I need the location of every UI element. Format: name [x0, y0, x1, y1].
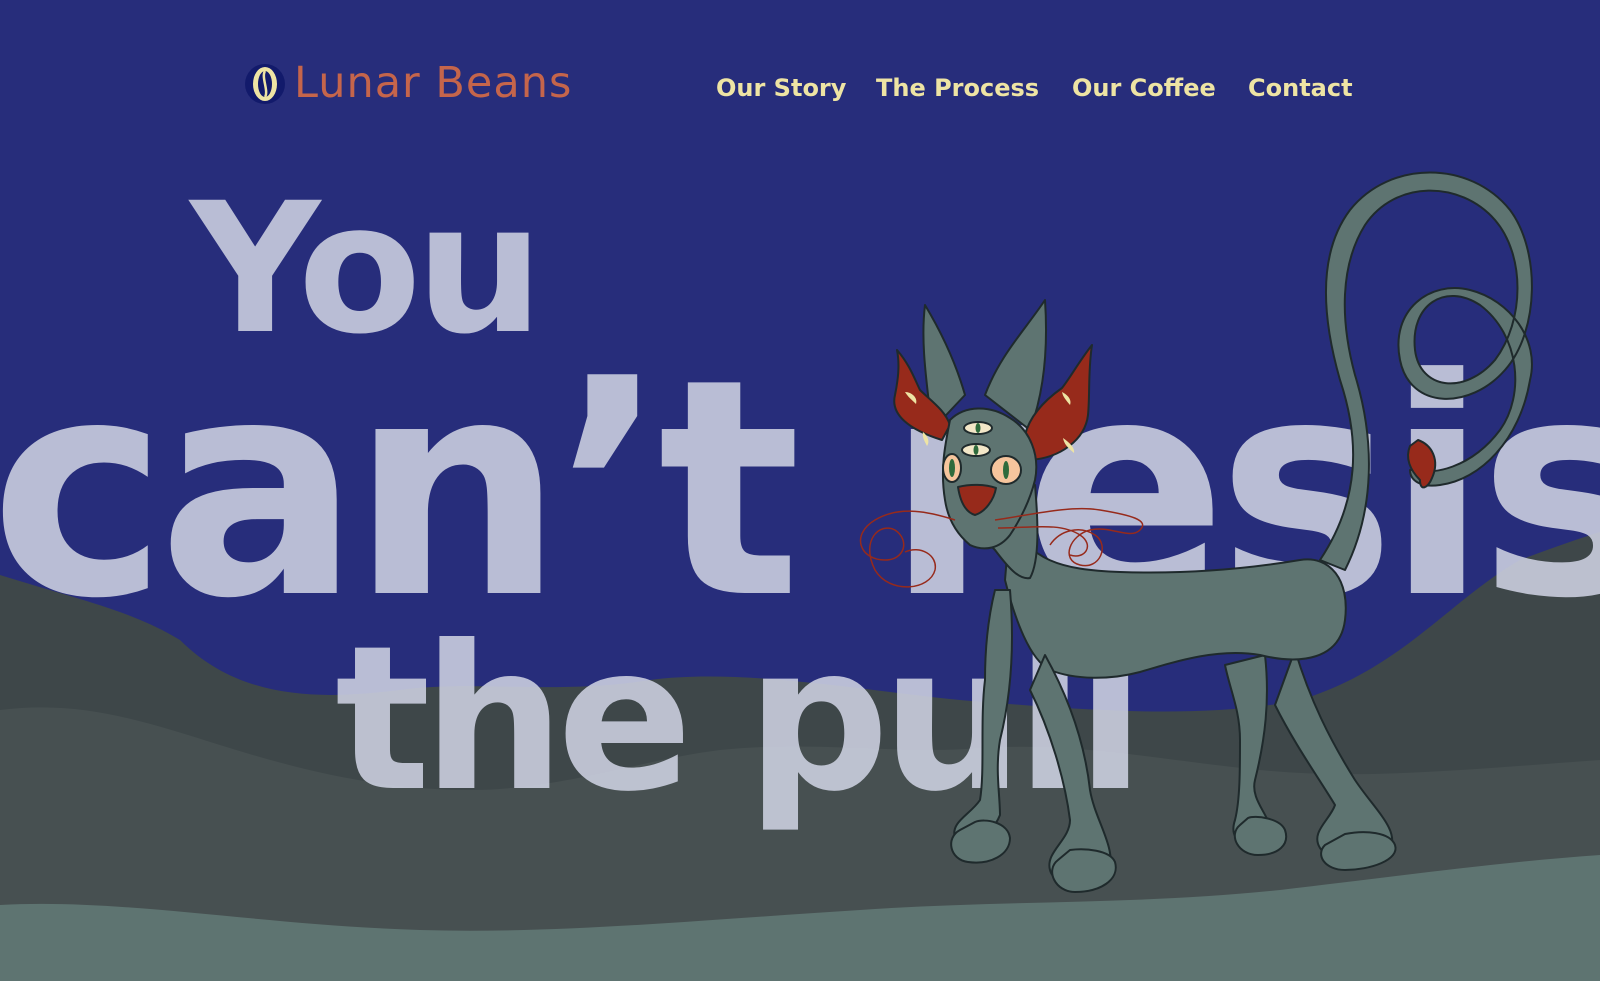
cat-back-leg-left [1224, 654, 1271, 845]
cat-paw-front-right [1051, 848, 1117, 893]
site-header: Lunar Beans Our Story The Process Our Co… [0, 0, 1600, 160]
nav-our-story[interactable]: Our Story [716, 76, 846, 100]
nav-the-process[interactable]: The Process [876, 76, 1039, 100]
cat-back-leg-right [1274, 649, 1394, 862]
main-nav: Our Story The Process Our Coffee Contact [0, 76, 1600, 112]
cat-tail [1319, 171, 1533, 571]
cat-front-leg-left [953, 589, 1013, 845]
cat-tail-tip [1407, 439, 1437, 489]
cat-body [1004, 519, 1347, 679]
nav-our-coffee[interactable]: Our Coffee [1072, 76, 1216, 100]
nav-contact[interactable]: Contact [1248, 76, 1353, 100]
cat-paw-back-left [1233, 815, 1288, 856]
landing-page: You can’t resist the pull [0, 0, 1600, 981]
